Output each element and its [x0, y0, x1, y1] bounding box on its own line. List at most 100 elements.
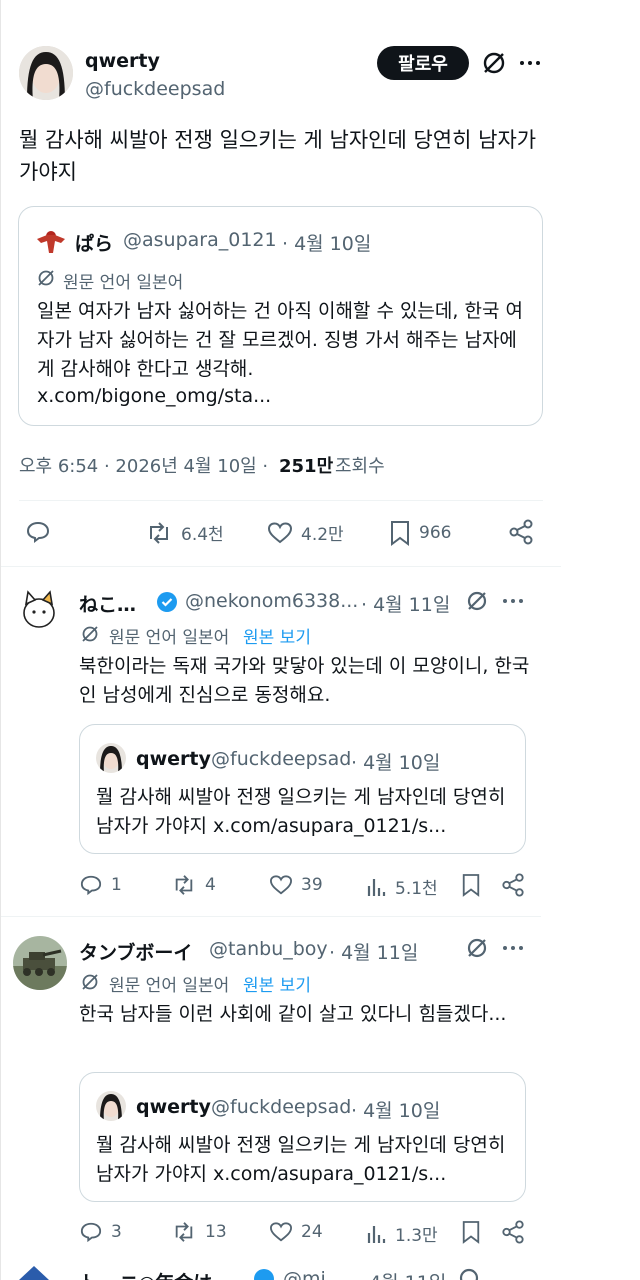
reply2-retweet-button[interactable]: 13: [171, 1221, 227, 1243]
reply3-date[interactable]: · 4월 11일: [357, 1268, 446, 1280]
main-author-name[interactable]: qwerty: [85, 50, 160, 72]
reply2-retweet-count: 13: [205, 1222, 227, 1242]
heart-icon: [269, 875, 293, 895]
reply1-quote-avatar: [96, 743, 126, 773]
reply1-avatar[interactable]: [15, 586, 63, 634]
section-divider: [1, 566, 561, 567]
reply2-quoted-post[interactable]: qwerty @fuckdeepsad · 4월 10일 뭘 감사해 씨발아 전…: [79, 1072, 526, 1202]
reply2-reply-count: 3: [111, 1222, 122, 1242]
view-count: 251만: [279, 456, 334, 477]
reply1-translate-icon[interactable]: [465, 589, 489, 613]
main-author-avatar[interactable]: [19, 46, 73, 100]
like-button[interactable]: 4.2만: [267, 520, 344, 545]
reply1-views-count: 5.1천: [395, 879, 438, 899]
share-icon: [509, 519, 533, 545]
reply2-author-handle[interactable]: @tanbu_boy: [209, 938, 328, 960]
reply3-verified-badge-icon: [253, 1268, 275, 1280]
share-icon: [502, 873, 524, 897]
reply2-translation-note: 원문 언어 일본어: [109, 976, 230, 996]
reply2-translate-small-icon: [81, 973, 99, 991]
reply-button[interactable]: [25, 520, 59, 544]
heart-icon: [267, 521, 293, 543]
grok-translate-icon[interactable]: [481, 50, 507, 76]
views-icon: [367, 1225, 386, 1243]
bookmark-count: 966: [419, 523, 452, 543]
quote-date: · 4월 10일: [282, 233, 372, 255]
reply1-translation-note: 원문 언어 일본어: [109, 628, 230, 648]
bookmark-icon: [462, 1221, 480, 1244]
reply1-quoted-post[interactable]: qwerty @fuckdeepsad · 4월 10일 뭘 감사해 씨발아 전…: [79, 724, 526, 854]
reply1-retweet-button[interactable]: 4: [171, 874, 216, 896]
main-author-handle[interactable]: @fuckdeepsad: [85, 78, 225, 100]
follow-button[interactable]: 팔로우: [377, 46, 469, 80]
quote-author-name: ぱら: [75, 233, 114, 255]
reply2-more-icon[interactable]: [503, 946, 523, 950]
reply2-share-button[interactable]: [501, 1220, 533, 1244]
heart-icon: [269, 1222, 293, 1242]
reply3-translate-icon[interactable]: [457, 1266, 481, 1280]
reply2-avatar[interactable]: [13, 936, 67, 990]
reply2-reply-button[interactable]: 3: [79, 1221, 122, 1243]
reply1-more-icon[interactable]: [503, 599, 523, 603]
bookmark-icon: [462, 874, 480, 897]
main-post-text: 뭘 감사해 씨발아 전쟁 일으키는 게 남자인데 당연히 남자가 가야지: [19, 128, 537, 184]
reply2-like-button[interactable]: 24: [269, 1221, 323, 1243]
reply2-show-original-link[interactable]: 원본 보기: [243, 971, 311, 996]
reply-icon: [80, 1222, 102, 1243]
verified-badge-icon: [156, 591, 178, 613]
like-count: 4.2만: [301, 525, 344, 545]
share-button[interactable]: [508, 519, 542, 545]
quote-author-avatar: [35, 227, 67, 255]
quote-author-handle: @asupara_0121: [123, 229, 277, 251]
quote-text: 일본 여자가 남자 싫어하는 건 아직 이해할 수 있는데, 한국 여자가 남자…: [37, 300, 523, 380]
more-options-icon[interactable]: [520, 61, 540, 65]
reply1-reply-count: 1: [111, 875, 122, 895]
reply1-translate-small-icon: [81, 625, 99, 643]
retweet-button[interactable]: 6.4천: [145, 520, 224, 545]
reply2-quote-date: · 4월 10일: [351, 1100, 441, 1122]
reply2-views-button[interactable]: 1.3만: [365, 1221, 438, 1246]
reply1-reply-button[interactable]: 1: [79, 874, 122, 896]
reply1-author-handle[interactable]: @nekonom6338...: [185, 590, 358, 612]
reply1-date[interactable]: · 4월 11일: [361, 590, 450, 617]
reply-icon: [80, 875, 102, 896]
retweet-icon: [175, 1222, 193, 1242]
reply1-like-button[interactable]: 39: [269, 874, 323, 896]
tweet-thread-view: qwerty @fuckdeepsad 팔로우 뭘 감사해 씨발아 전쟁 일으키…: [0, 0, 640, 1280]
reply1-like-count: 39: [301, 875, 323, 895]
reply1-quote-author-name: qwerty: [136, 748, 211, 770]
meta-divider: [19, 500, 543, 501]
reply2-translate-icon[interactable]: [465, 936, 489, 960]
quote-link[interactable]: x.com/bigone_omg/sta...: [37, 385, 271, 407]
reply1-quote-author-handle: @fuckdeepsad: [211, 748, 352, 770]
reply1-quote-date: · 4월 10일: [351, 752, 441, 774]
reply2-like-count: 24: [301, 1222, 323, 1242]
reply1-views-button[interactable]: 5.1천: [365, 874, 438, 899]
reply2-author-name[interactable]: タンブボーイ: [79, 938, 192, 965]
reply2-views-count: 1.3만: [395, 1226, 438, 1246]
reply1-bookmark-button[interactable]: [461, 873, 489, 897]
reply1-text: 북한이라는 독재 국가와 맞닿아 있는데 이 모양이니, 한국인 남성에게 진심…: [79, 655, 530, 706]
quote-translation-note: 원문 언어 일본어: [63, 273, 184, 293]
reply3-avatar[interactable]: [19, 1266, 49, 1280]
reply1-show-original-link[interactable]: 원본 보기: [243, 623, 311, 648]
retweet-icon: [150, 521, 168, 544]
main-quoted-post[interactable]: ぱら @asupara_0121 · 4월 10일 원문 언어 일본어 일본 여…: [18, 206, 543, 426]
reply1-author-name[interactable]: ねこ…: [79, 590, 136, 617]
post-timestamp[interactable]: 오후 6:54 · 2026년 4월 10일 ·: [19, 452, 268, 478]
reply2-quote-avatar: [96, 1091, 126, 1121]
reply1-share-button[interactable]: [501, 873, 533, 897]
share-icon: [502, 1220, 524, 1244]
reply3-author-handle[interactable]: @mi...: [283, 1268, 344, 1280]
bookmark-icon: [391, 521, 409, 546]
reply-divider: [1, 916, 541, 917]
view-count-label: 조회수: [335, 456, 385, 477]
reply3-author-name[interactable]: ト...ニ○年会は: [79, 1268, 212, 1280]
reply2-quote-author-name: qwerty: [136, 1096, 211, 1118]
reply-icon: [26, 521, 50, 543]
retweet-icon: [175, 875, 193, 895]
reply2-bookmark-button[interactable]: [461, 1220, 489, 1244]
reply2-date[interactable]: · 4월 11일: [329, 938, 418, 965]
bookmark-button[interactable]: 966: [389, 520, 451, 546]
reply2-quote-author-handle: @fuckdeepsad: [211, 1096, 352, 1118]
